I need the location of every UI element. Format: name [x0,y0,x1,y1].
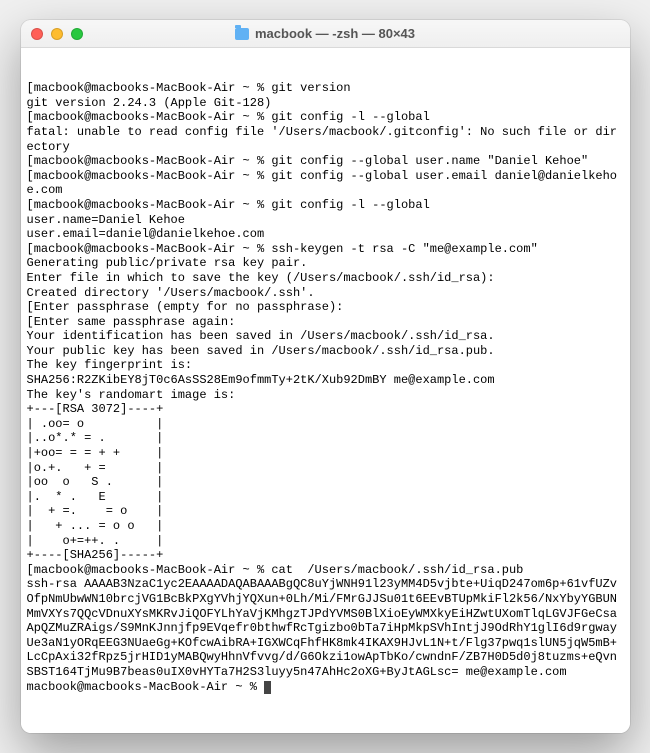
terminal-line: [macbook@macbooks-MacBook-Air ~ % git co… [27,169,624,198]
window-title-text: macbook — -zsh — 80×43 [255,26,415,41]
terminal-line: [macbook@macbooks-MacBook-Air ~ % git co… [27,154,624,169]
terminal-line: |. * . E | [27,490,624,505]
terminal-line: git version 2.24.3 (Apple Git-128) [27,96,624,111]
terminal-line: Your public key has been saved in /Users… [27,344,624,359]
terminal-line: SHA256:R2ZKibEY8jT0c6AsSS28Em9ofmmTy+2tK… [27,373,624,388]
terminal-line: Generating public/private rsa key pair. [27,256,624,271]
terminal-line: |..o*.* = . | [27,431,624,446]
prompt-text: macbook@macbooks-MacBook-Air ~ % [27,680,265,694]
terminal-line: [macbook@macbooks-MacBook-Air ~ % git co… [27,110,624,125]
terminal-prompt-line: macbook@macbooks-MacBook-Air ~ % [27,680,624,695]
terminal-line: fatal: unable to read config file '/User… [27,125,624,154]
terminal-window: macbook — -zsh — 80×43 [macbook@macbooks… [21,20,630,733]
window-controls [31,28,83,40]
terminal-line: [macbook@macbooks-MacBook-Air ~ % ssh-ke… [27,242,624,257]
terminal-line: +----[SHA256]-----+ [27,548,624,563]
terminal-line: Your identification has been saved in /U… [27,329,624,344]
terminal-line: | o+=++. . | [27,534,624,549]
terminal-line: | + ... = o o | [27,519,624,534]
terminal-line: Created directory '/Users/macbook/.ssh'. [27,286,624,301]
terminal-line: |oo o S . | [27,475,624,490]
terminal-line: ssh-rsa AAAAB3NzaC1yc2EAAAADAQABAAABgQC8… [27,577,624,679]
terminal-line: +---[RSA 3072]----+ [27,402,624,417]
window-title: macbook — -zsh — 80×43 [21,26,630,41]
minimize-icon[interactable] [51,28,63,40]
titlebar[interactable]: macbook — -zsh — 80×43 [21,20,630,48]
terminal-line: user.email=daniel@danielkehoe.com [27,227,624,242]
terminal-line: The key's randomart image is: [27,388,624,403]
terminal-line: [Enter passphrase (empty for no passphra… [27,300,624,315]
folder-icon [235,28,249,40]
terminal-line: |o.+. + = | [27,461,624,476]
cursor-icon [264,681,271,694]
terminal-line: |+oo= = = + + | [27,446,624,461]
terminal-line: [Enter same passphrase again: [27,315,624,330]
terminal-line: user.name=Daniel Kehoe [27,213,624,228]
terminal-line: [macbook@macbooks-MacBook-Air ~ % git co… [27,198,624,213]
terminal-line: [macbook@macbooks-MacBook-Air ~ % git ve… [27,81,624,96]
terminal-content[interactable]: [macbook@macbooks-MacBook-Air ~ % git ve… [21,48,630,733]
terminal-line: [macbook@macbooks-MacBook-Air ~ % cat /U… [27,563,624,578]
terminal-line: Enter file in which to save the key (/Us… [27,271,624,286]
close-icon[interactable] [31,28,43,40]
fullscreen-icon[interactable] [71,28,83,40]
terminal-line: | + =. = o | [27,504,624,519]
terminal-line: The key fingerprint is: [27,358,624,373]
terminal-line: | .oo= o | [27,417,624,432]
